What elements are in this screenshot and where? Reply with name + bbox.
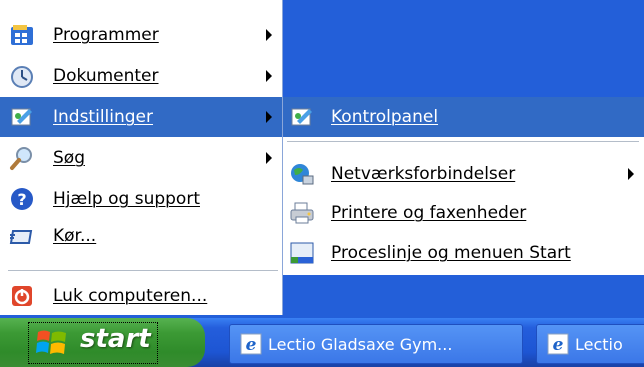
network-icon (291, 164, 314, 185)
menu-item-label: Programmer (53, 25, 159, 45)
submenu-item-label: Kontrolpanel (331, 107, 439, 127)
menu-item-run[interactable]: Kør... (0, 216, 282, 256)
menu-item-programs[interactable]: Programmer (0, 15, 282, 55)
submenu-item-network[interactable]: Netværksforbindelser (283, 154, 644, 194)
programs-icon (11, 25, 33, 45)
submenu-arrow-icon (266, 111, 272, 123)
menu-item-search[interactable]: Søg (0, 138, 282, 178)
svg-text:e: e (246, 335, 257, 355)
menu-item-label: Hjælp og support (53, 189, 200, 209)
svg-text:?: ? (17, 190, 26, 209)
submenu-arrow-icon (266, 152, 272, 164)
shutdown-icon (12, 286, 32, 306)
menu-separator (8, 270, 278, 271)
menu-item-label: Luk computeren... (53, 286, 208, 306)
submenu-arrow-icon (266, 29, 272, 41)
control-panel-icon (291, 108, 312, 126)
taskbar-button-lectio-2[interactable]: e Lectio (536, 324, 644, 364)
taskbar-button-label: Lectio Gladsaxe Gym... (268, 334, 453, 354)
menu-item-documents[interactable]: Dokumenter (0, 56, 282, 96)
search-icon (10, 147, 32, 170)
ie-icon: e (547, 333, 569, 355)
taskbar-icon (290, 242, 314, 264)
menu-item-label: Dokumenter (53, 66, 159, 86)
menu-item-help[interactable]: ? Hjælp og support (0, 179, 282, 219)
menu-item-label: Kør... (53, 226, 97, 246)
ie-icon: e (240, 333, 262, 355)
taskbar: start e Lectio Gladsaxe Gym... e Lectio (0, 318, 644, 367)
submenu-item-label: Netværksforbindelser (331, 164, 516, 184)
submenu-item-printers[interactable]: Printere og faxenheder (283, 193, 644, 233)
submenu-item-control-panel[interactable]: Kontrolpanel (283, 97, 644, 137)
submenu-item-label: Proceslinje og menuen Start (331, 243, 571, 263)
start-button-label: start (80, 324, 151, 354)
submenu-item-taskbar[interactable]: Proceslinje og menuen Start (283, 233, 644, 273)
help-icon: ? (11, 188, 33, 210)
taskbar-button-lectio-1[interactable]: e Lectio Gladsaxe Gym... (229, 324, 523, 364)
taskbar-button-label: Lectio (575, 334, 623, 354)
run-icon (9, 230, 33, 244)
menu-item-shutdown[interactable]: Luk computeren... (0, 276, 282, 316)
submenu-item-label: Printere og faxenheder (331, 203, 527, 223)
start-menu: Programmer Dokumenter Indstillinger Søg … (0, 0, 283, 315)
menu-item-label: Søg (53, 148, 85, 168)
documents-icon (11, 66, 33, 88)
printer-icon (290, 202, 314, 224)
svg-text:e: e (553, 335, 564, 355)
submenu-arrow-icon (266, 70, 272, 82)
settings-submenu: Kontrolpanel Netværksforbindelser Printe… (283, 97, 644, 275)
menu-item-label: Indstillinger (53, 107, 154, 127)
submenu-arrow-icon (628, 168, 634, 180)
settings-icon (11, 108, 32, 126)
submenu-separator (287, 141, 639, 142)
menu-item-settings[interactable]: Indstillinger (0, 97, 282, 137)
start-button[interactable]: start (0, 318, 205, 367)
windows-logo-icon (36, 330, 66, 354)
